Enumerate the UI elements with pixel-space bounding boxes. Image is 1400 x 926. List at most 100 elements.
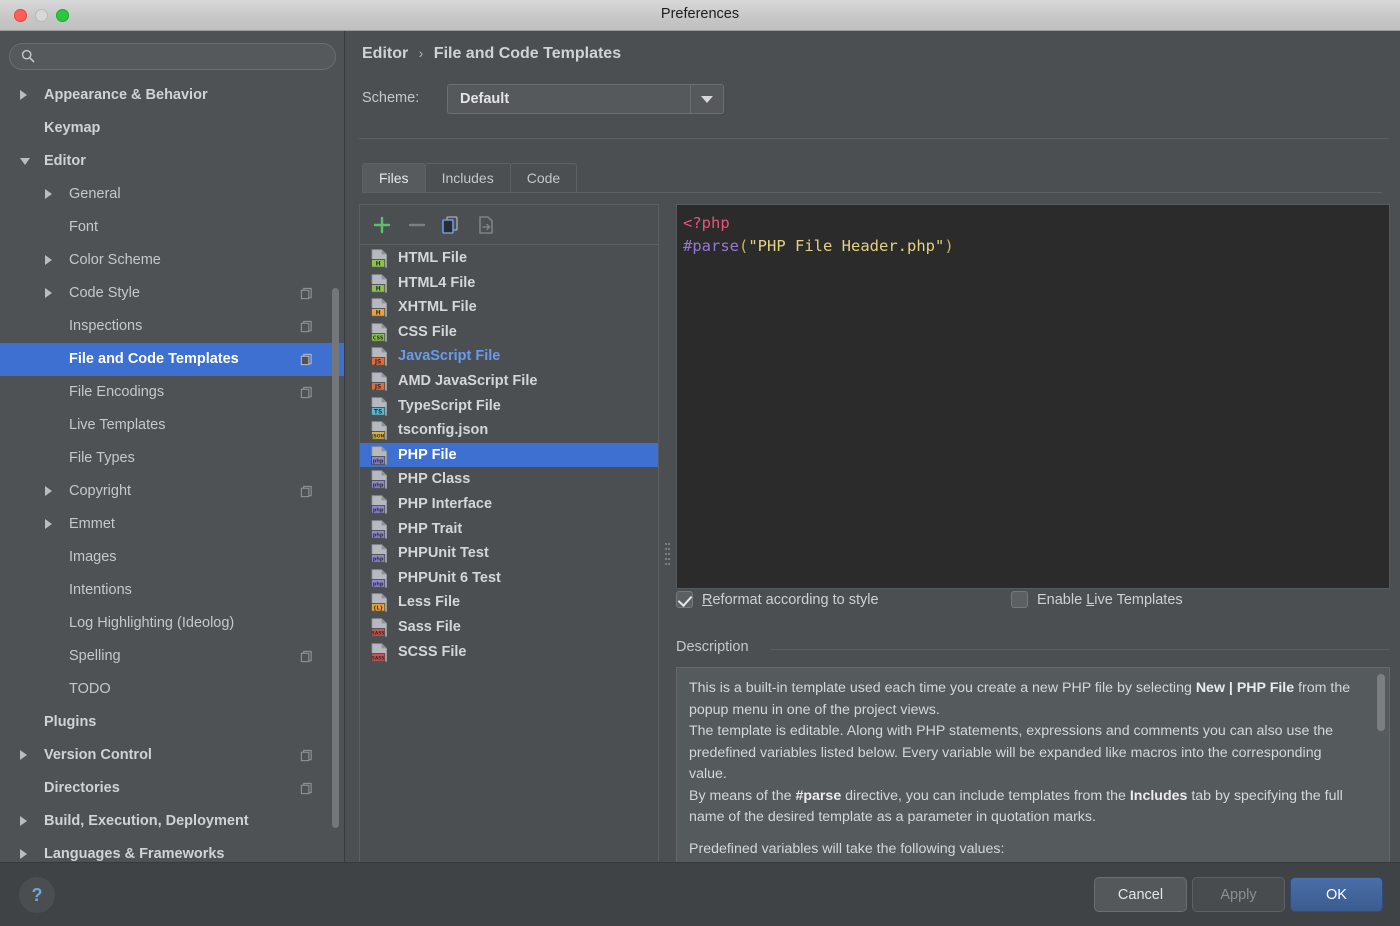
chevron-right-icon[interactable] [45,486,52,496]
list-item[interactable]: php PHP File [360,442,658,468]
list-item[interactable]: CSS CSS File [360,320,658,345]
sidebar-item-copyright[interactable]: Copyright [0,475,345,508]
sidebar-item-label: Spelling [69,648,121,664]
panel-splitter[interactable] [661,204,675,876]
list-item[interactable]: JS AMD JavaScript File [360,369,658,394]
chevron-right-icon[interactable] [45,189,52,199]
sidebar-item-file-encodings[interactable]: File Encodings [0,376,345,409]
sidebar-item-todo[interactable]: TODO [0,673,345,706]
chevron-right-icon[interactable] [45,519,52,529]
sidebar-item-plugins[interactable]: Plugins [0,706,345,739]
sidebar-item-intentions[interactable]: Intentions [0,574,345,607]
sidebar-item-file-types[interactable]: File Types [0,442,345,475]
sidebar-item-label: File and Code Templates [69,351,239,367]
sidebar-item-spelling[interactable]: Spelling [0,640,345,673]
cancel-button[interactable]: Cancel [1094,877,1187,912]
header-divider [359,138,1389,139]
sidebar-item-build-execution-deployment[interactable]: Build, Execution, Deployment [0,805,345,838]
list-item[interactable]: TS TypeScript File [360,394,658,419]
add-template-button[interactable] [369,213,395,237]
breadcrumb: Editor › File and Code Templates [362,45,621,63]
description-scrollbar[interactable] [1377,674,1385,864]
svg-text:php: php [373,483,384,489]
chevron-right-icon[interactable] [20,816,27,826]
file-type-icon: {L} [371,593,387,613]
list-item[interactable]: JSON tsconfig.json [360,418,658,443]
sidebar-item-languages-frameworks[interactable]: Languages & Frameworks [0,838,345,862]
list-item[interactable]: SASS Sass File [360,615,658,640]
sidebar-item-font[interactable]: Font [0,211,345,244]
sidebar-item-appearance-behavior[interactable]: Appearance & Behavior [0,79,345,112]
sidebar-item-color-scheme[interactable]: Color Scheme [0,244,345,277]
chevron-right-icon[interactable] [20,750,27,760]
sidebar-item-version-control[interactable]: Version Control [0,739,345,772]
sidebar-item-label: Images [69,549,117,565]
tab-code[interactable]: Code [509,163,578,193]
sidebar-search[interactable] [9,43,336,70]
list-item[interactable]: php PHPUnit 6 Test [360,566,658,591]
checkbox-reformat-according-to-style[interactable]: Reformat according to style [676,591,879,608]
copy-template-button[interactable] [438,213,464,237]
sidebar-item-label: Editor [44,153,86,169]
list-item-label: PHP Class [398,471,471,488]
list-item[interactable]: H XHTML File [360,295,658,320]
sidebar-item-general[interactable]: General [0,178,345,211]
preferences-window: Preferences Appearance & Behavior Keymap E… [0,0,1400,926]
list-item[interactable]: H HTML4 File [360,271,658,296]
scheme-select[interactable]: Default [447,84,724,114]
remove-template-button[interactable] [404,213,430,237]
sidebar-item-directories[interactable]: Directories [0,772,345,805]
settings-sidebar: Appearance & Behavior Keymap Editor General… [0,31,345,862]
sidebar-item-label: Plugins [44,714,97,730]
sidebar-scrollbar[interactable] [332,86,339,831]
checkbox-box[interactable] [1011,591,1028,608]
scheme-dropdown-arrow[interactable] [690,85,723,113]
list-item[interactable]: php PHP Class [360,467,658,492]
sidebar-item-emmet[interactable]: Emmet [0,508,345,541]
chevron-right-icon[interactable] [45,288,52,298]
reset-template-button[interactable] [473,213,499,237]
sidebar-item-label: Intentions [69,582,132,598]
template-code-text[interactable]: <?php #parse("PHP File Header.php") [683,212,1385,258]
sidebar-item-live-templates[interactable]: Live Templates [0,409,345,442]
sidebar-item-code-style[interactable]: Code Style [0,277,345,310]
tab-files[interactable]: Files [362,163,426,193]
file-type-icon: SASS [371,618,387,637]
checkbox-box[interactable] [676,591,693,608]
list-item[interactable]: {L} Less File [360,590,658,615]
help-button[interactable]: ? [19,877,55,913]
search-input[interactable] [42,46,327,67]
chevron-down-icon[interactable] [20,158,30,165]
sidebar-item-file-and-code-templates[interactable]: File and Code Templates [0,343,345,376]
chevron-right-icon[interactable] [20,90,27,100]
list-item[interactable]: H HTML File [360,246,658,271]
list-item[interactable]: php PHP Interface [360,492,658,517]
copy-badge-icon [300,353,312,366]
sidebar-item-label: Live Templates [69,417,166,433]
settings-content: Editor › File and Code Templates Scheme:… [345,31,1400,876]
list-item-label: PHP File [398,446,457,463]
checkbox-enable-live-templates[interactable]: Enable Live Templates [1011,591,1183,608]
list-item[interactable]: php PHPUnit Test [360,541,658,566]
svg-text:SASS: SASS [372,655,385,661]
description-scrollbar-thumb[interactable] [1377,674,1385,731]
sidebar-item-keymap[interactable]: Keymap [0,112,345,145]
sidebar-scrollbar-thumb[interactable] [332,288,339,828]
template-code-editor[interactable]: <?php #parse("PHP File Header.php") [676,204,1390,589]
tab-includes[interactable]: Includes [424,163,511,193]
ok-button[interactable]: OK [1290,877,1383,912]
list-item[interactable]: JS JavaScript File [360,344,658,369]
sidebar-item-inspections[interactable]: Inspections [0,310,345,343]
chevron-right-icon[interactable] [45,255,52,265]
sidebar-item-log-highlighting-ideolog[interactable]: Log Highlighting (Ideolog) [0,607,345,640]
svg-text:{L}: {L} [373,606,383,612]
sidebar-item-images[interactable]: Images [0,541,345,574]
breadcrumb-leaf: File and Code Templates [433,45,622,62]
breadcrumb-root[interactable]: Editor [362,45,408,62]
list-item[interactable]: SASS SCSS File [360,640,658,665]
chevron-right-icon[interactable] [20,849,27,859]
sidebar-item-editor[interactable]: Editor [0,145,345,178]
list-item[interactable]: php PHP Trait [360,517,658,542]
template-list[interactable]: H HTML File H HTML4 File H XHTML File CSS CSS F… [360,246,658,875]
sidebar-item-label: Log Highlighting (Ideolog) [69,615,235,631]
